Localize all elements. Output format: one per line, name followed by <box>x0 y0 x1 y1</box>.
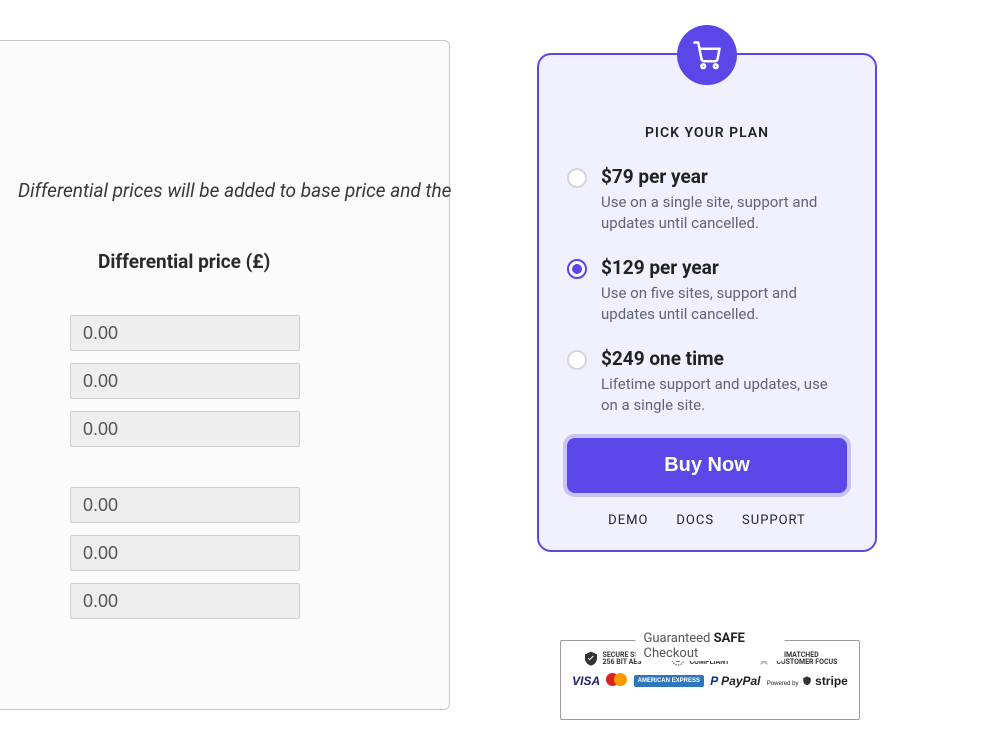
radio-0[interactable] <box>567 168 587 188</box>
link-docs[interactable]: DOCS <box>676 513 714 528</box>
pricing-title: PICK YOUR PLAN <box>567 125 847 141</box>
plan-option-0[interactable]: $79 per year Use on a single site, suppo… <box>567 165 847 234</box>
pricing-links: DEMO DOCS SUPPORT <box>567 513 847 528</box>
price-row-1 <box>70 363 425 399</box>
legend-prefix: Guaranteed <box>644 631 714 646</box>
price-input-2[interactable] <box>70 411 300 447</box>
plan-desc-0: Use on a single site, support and update… <box>601 192 847 234</box>
plan-text-0: $79 per year Use on a single site, suppo… <box>601 165 847 234</box>
radio-1[interactable] <box>567 259 587 279</box>
amex-logo: AMERICAN EXPRESS <box>634 675 704 687</box>
column-header: Differential price (£) <box>98 250 425 273</box>
price-input-0[interactable] <box>70 315 300 351</box>
shield-icon <box>802 676 812 686</box>
plan-text-2: $249 one time Lifetime support and updat… <box>601 347 847 416</box>
differential-price-panel: Differential prices will be added to bas… <box>0 40 450 710</box>
link-support[interactable]: SUPPORT <box>742 513 806 528</box>
price-input-4[interactable] <box>70 535 300 571</box>
price-input-3[interactable] <box>70 487 300 523</box>
cart-icon <box>677 25 737 85</box>
plan-desc-2: Lifetime support and updates, use on a s… <box>601 374 847 416</box>
hint-text: Differential prices will be added to bas… <box>18 179 425 202</box>
legend-bold: SAFE <box>714 631 745 646</box>
link-demo[interactable]: DEMO <box>608 513 648 528</box>
plan-option-2[interactable]: $249 one time Lifetime support and updat… <box>567 347 847 416</box>
price-row-3 <box>70 487 425 523</box>
stripe-logo: Powered by stripe <box>767 674 848 688</box>
payments-row: VISA AMERICAN EXPRESS P PayPal Powered b… <box>569 673 851 689</box>
safe-checkout-box: Guaranteed SAFE Checkout SECURE SSL256 B… <box>560 640 860 720</box>
mastercard-logo <box>606 673 627 689</box>
plan-desc-1: Use on five sites, support and updates u… <box>601 283 847 325</box>
price-input-1[interactable] <box>70 363 300 399</box>
plan-title-1: $129 per year <box>601 256 847 279</box>
price-input-5[interactable] <box>70 583 300 619</box>
price-row-0 <box>70 315 425 351</box>
shield-icon <box>583 651 599 667</box>
price-row-5 <box>70 583 425 619</box>
security-ssl: SECURE SSL256 BIT AES <box>583 651 643 667</box>
plan-title-2: $249 one time <box>601 347 847 370</box>
safe-checkout-legend: Guaranteed SAFE Checkout <box>636 631 785 661</box>
price-row-2 <box>70 411 425 447</box>
visa-logo: VISA <box>572 674 600 688</box>
radio-2[interactable] <box>567 350 587 370</box>
legend-suffix: Checkout <box>644 646 699 661</box>
plan-option-1[interactable]: $129 per year Use on five sites, support… <box>567 256 847 325</box>
pricing-card: PICK YOUR PLAN $79 per year Use on a sin… <box>537 53 877 552</box>
paypal-logo: P PayPal <box>710 674 760 688</box>
plan-text-1: $129 per year Use on five sites, support… <box>601 256 847 325</box>
plan-title-0: $79 per year <box>601 165 847 188</box>
price-row-4 <box>70 535 425 571</box>
buy-now-button[interactable]: Buy Now <box>567 438 847 493</box>
